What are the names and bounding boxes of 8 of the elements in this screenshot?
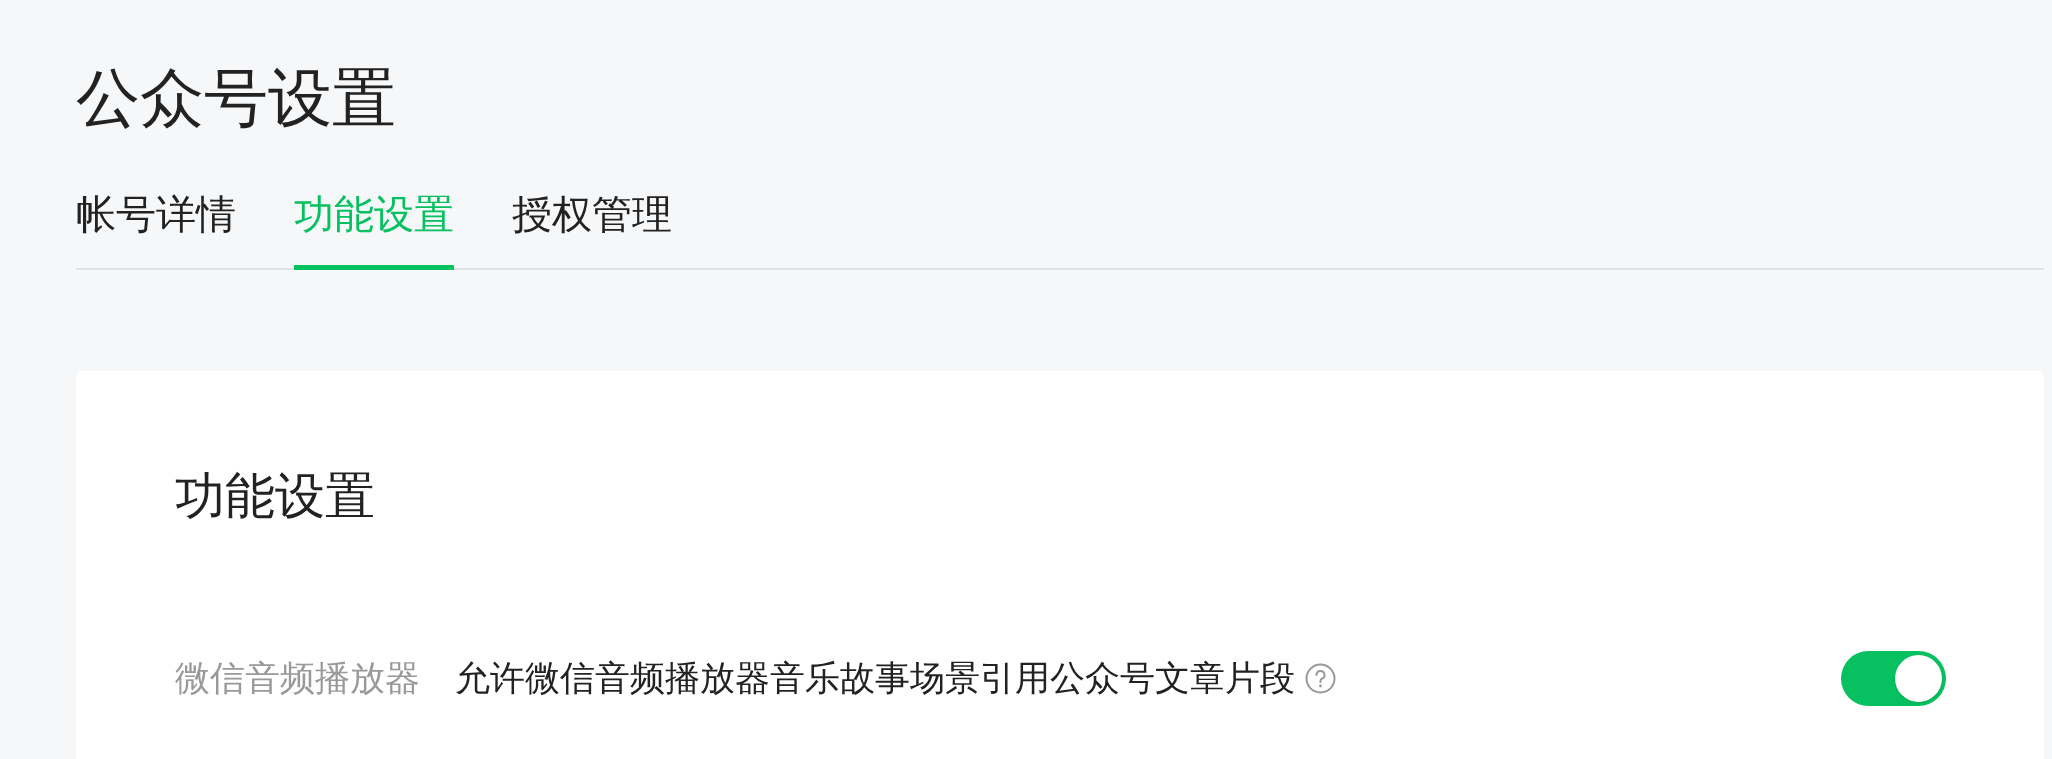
toggle-switch[interactable] bbox=[1841, 650, 1946, 706]
tab[interactable]: 授权管理 bbox=[512, 188, 672, 270]
setting-label: 微信音频播放器 bbox=[175, 656, 420, 699]
card-title: 功能设置 bbox=[175, 467, 376, 526]
help-icon[interactable] bbox=[1305, 662, 1336, 694]
page-title: 公众号设置 bbox=[76, 61, 397, 136]
tab[interactable]: 帐号详情 bbox=[76, 188, 236, 270]
setting-description: 允许微信音频播放器音乐故事场景引用公众号文章片段 bbox=[455, 656, 1295, 699]
